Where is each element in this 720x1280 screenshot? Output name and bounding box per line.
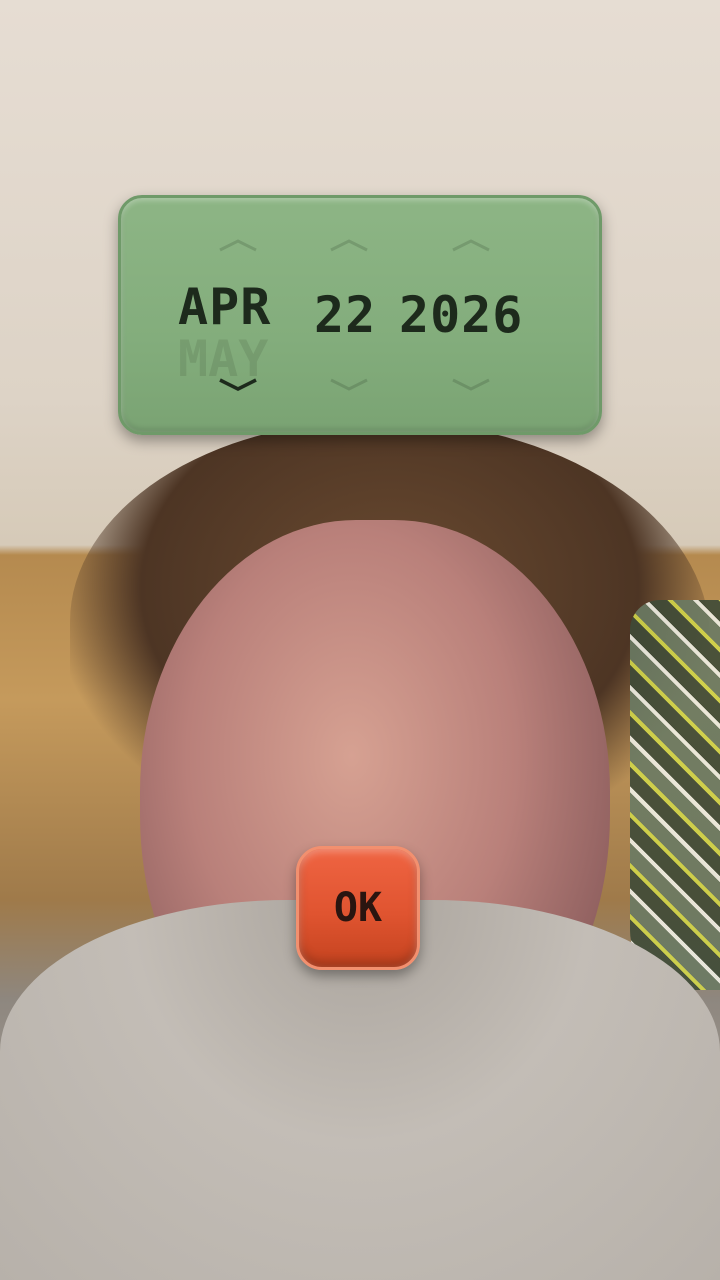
background-chair bbox=[630, 600, 720, 990]
chevron-up-icon bbox=[218, 238, 258, 252]
chevron-down-icon bbox=[329, 378, 369, 392]
month-value[interactable]: APR bbox=[178, 278, 271, 336]
day-up-button[interactable] bbox=[329, 238, 369, 258]
ok-button[interactable]: OK bbox=[296, 846, 420, 970]
year-down-button[interactable] bbox=[451, 378, 491, 398]
day-down-button[interactable] bbox=[329, 378, 369, 398]
day-value[interactable]: 22 bbox=[314, 286, 376, 344]
chevron-up-icon bbox=[329, 238, 369, 252]
month-down-button[interactable] bbox=[218, 378, 258, 398]
chevron-down-icon bbox=[218, 378, 258, 392]
ok-button-label: OK bbox=[333, 885, 383, 931]
year-up-button[interactable] bbox=[451, 238, 491, 258]
chevron-up-icon bbox=[451, 238, 491, 252]
chevron-down-icon bbox=[451, 378, 491, 392]
year-value[interactable]: 2026 bbox=[399, 286, 523, 344]
month-up-button[interactable] bbox=[218, 238, 258, 258]
camera-feed bbox=[0, 0, 720, 1280]
date-picker-panel: APR MAY 22 2026 bbox=[118, 195, 602, 435]
camera-stage: APR MAY 22 2026 OK bbox=[0, 0, 720, 1280]
